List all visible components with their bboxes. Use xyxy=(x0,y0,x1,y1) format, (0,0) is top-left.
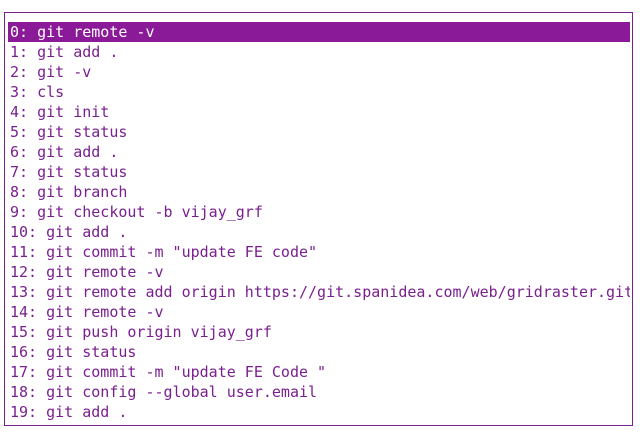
history-item[interactable]: 12: git remote -v xyxy=(8,262,630,282)
history-item[interactable]: 15: git push origin vijay_grf xyxy=(8,322,630,342)
history-item[interactable]: 8: git branch xyxy=(8,182,630,202)
history-item[interactable]: 17: git commit -m "update FE Code " xyxy=(8,362,630,382)
history-item[interactable]: 18: git config --global user.email xyxy=(8,382,630,402)
console-window: 0: git remote -v 1: git add . 2: git -v … xyxy=(0,0,640,441)
history-item[interactable]: 10: git add . xyxy=(8,222,630,242)
history-item[interactable]: 11: git commit -m "update FE code" xyxy=(8,242,630,262)
history-item[interactable]: 4: git init xyxy=(8,102,630,122)
history-item[interactable]: 19: git add . xyxy=(8,402,630,422)
history-item[interactable]: 6: git add . xyxy=(8,142,630,162)
history-item[interactable]: 1: git add . xyxy=(8,42,630,62)
history-item-selected[interactable]: 0: git remote -v xyxy=(8,22,630,42)
history-item[interactable]: 2: git -v xyxy=(8,62,630,82)
history-item[interactable]: 7: git status xyxy=(8,162,630,182)
command-history-list: 0: git remote -v 1: git add . 2: git -v … xyxy=(8,22,630,422)
history-item[interactable]: 3: cls xyxy=(8,82,630,102)
history-item[interactable]: 9: git checkout -b vijay_grf xyxy=(8,202,630,222)
history-item[interactable]: 13: git remote add origin https://git.sp… xyxy=(8,282,630,302)
command-history-popup: 0: git remote -v 1: git add . 2: git -v … xyxy=(4,12,633,426)
history-item[interactable]: 5: git status xyxy=(8,122,630,142)
history-item[interactable]: 16: git status xyxy=(8,342,630,362)
history-item[interactable]: 14: git remote -v xyxy=(8,302,630,322)
